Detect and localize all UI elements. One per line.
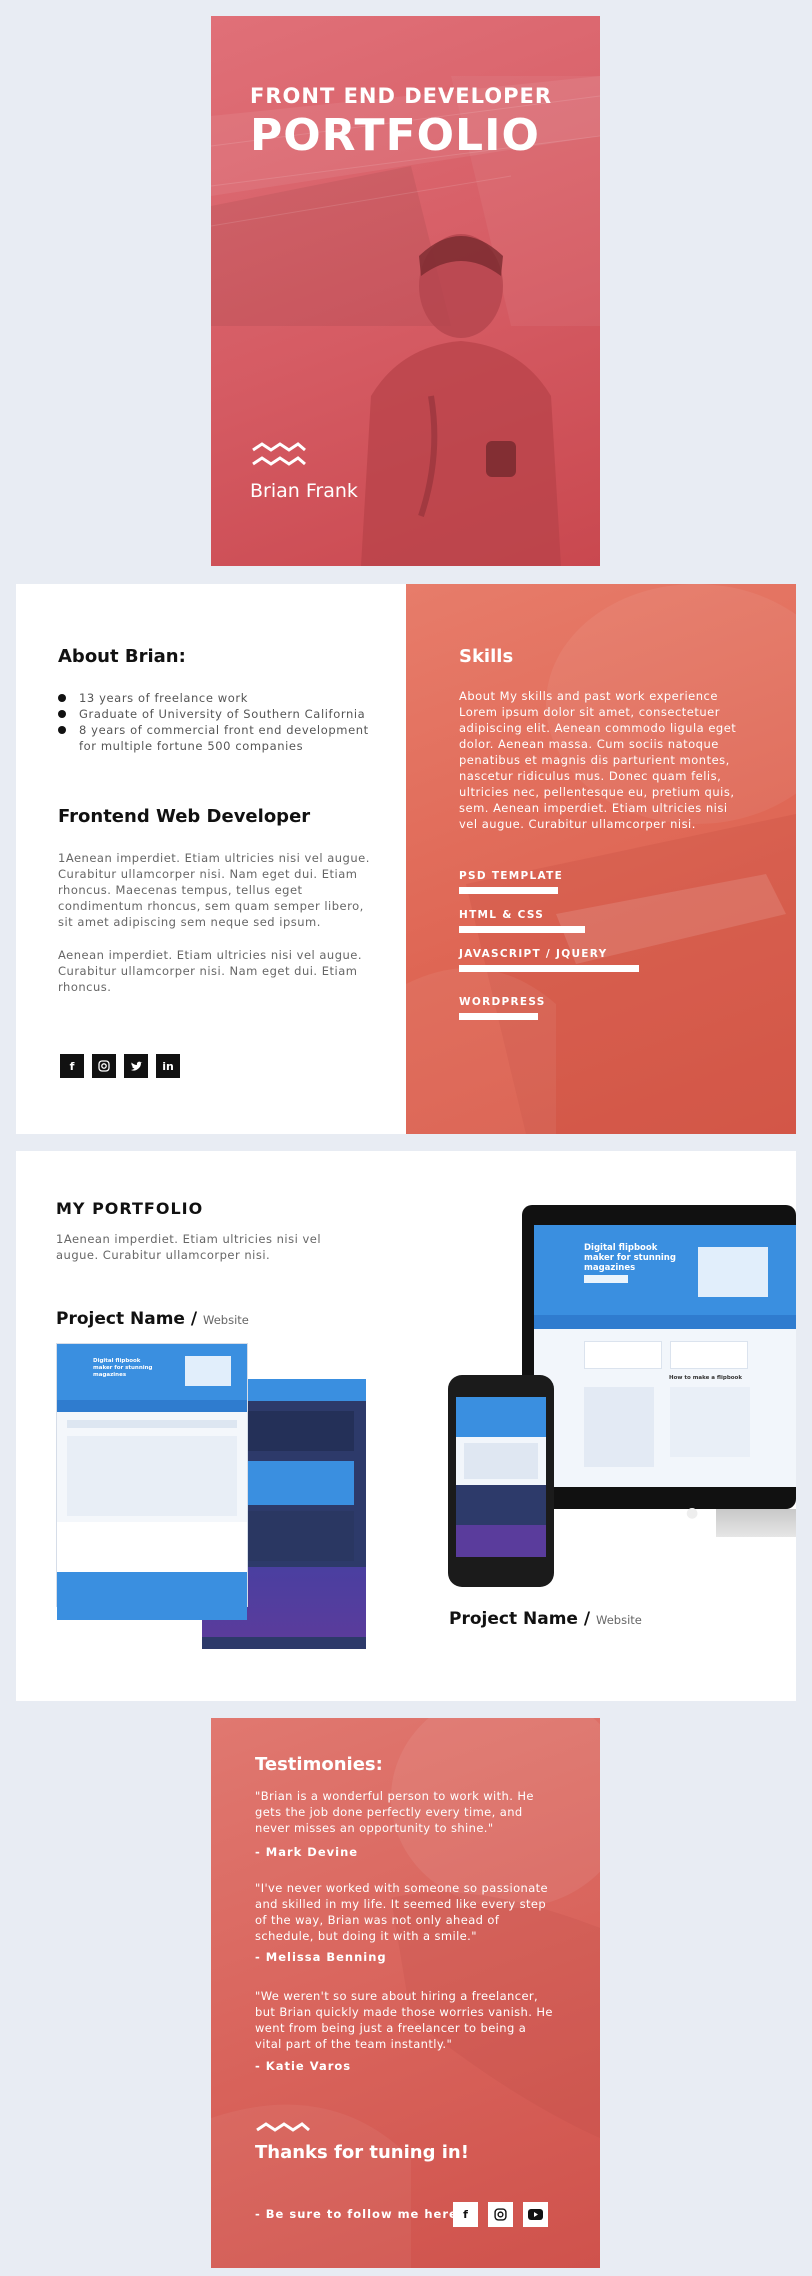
skill-bar: [459, 926, 585, 933]
testimonies-page: Testimonies: "Brian is a wonderful perso…: [211, 1718, 600, 2268]
instagram-icon[interactable]: [92, 1054, 116, 1078]
wave-icon: [252, 442, 306, 466]
skill-label: HTML & CSS: [459, 909, 545, 921]
project-2-type: Website: [596, 1613, 642, 1627]
testimonial-quote: "Brian is a wonderful person to work wit…: [255, 1789, 534, 1835]
instagram-icon[interactable]: [488, 2202, 513, 2227]
skill-label: PSD TEMPLATE: [459, 870, 564, 882]
skill-bar: [459, 965, 639, 972]
skills-heading: Skills: [459, 646, 514, 667]
list-item: 13 years of freelance work: [58, 690, 378, 706]
cover-title: PORTFOLIO: [250, 110, 540, 161]
project-1-screenshot-front[interactable]: Digital flipbook maker for stunning maga…: [56, 1343, 248, 1620]
list-item: Graduate of University of Southern Calif…: [58, 706, 378, 722]
cover-page: FRONT END DEVELOPER PORTFOLIO Brian Fran…: [211, 16, 600, 566]
thanks-heading: Thanks for tuning in!: [255, 2142, 469, 2163]
testimonial-author: - Mark Devine: [255, 1845, 359, 1859]
portfolio-page: MY PORTFOLIO 1Aenean imperdiet. Etiam ul…: [16, 1151, 796, 1701]
cover-subtitle: FRONT END DEVELOPER: [250, 84, 553, 108]
portfolio-heading: MY PORTFOLIO: [56, 1199, 204, 1218]
twitter-icon[interactable]: [124, 1054, 148, 1078]
portfolio-text: 1Aenean imperdiet. Etiam ultricies nisi …: [56, 1232, 322, 1262]
project-2-name: Project Name /: [449, 1609, 591, 1629]
testimonies-heading: Testimonies:: [255, 1754, 383, 1775]
youtube-icon[interactable]: [523, 2202, 548, 2227]
facebook-icon[interactable]: f: [60, 1054, 84, 1078]
project-1-title[interactable]: Project Name / Website: [56, 1309, 249, 1329]
person-photo: [361, 234, 561, 566]
imac-mock-headline: Digital flipbook maker for stunning maga…: [584, 1243, 676, 1273]
apple-logo-icon: ●: [686, 1505, 699, 1521]
about-paragraph-1: 1Aenean imperdiet. Etiam ultricies nisi …: [58, 851, 370, 929]
project-2-title[interactable]: Project Name / Website: [449, 1609, 642, 1629]
about-bullet-list: 13 years of freelance work Graduate of U…: [58, 690, 378, 754]
testimonial-quote: "I've never worked with someone so passi…: [255, 1881, 549, 1943]
wave-icon: [256, 2122, 310, 2132]
skill-bar: [459, 1013, 538, 1020]
mock-headline: Digital flipbook maker for stunning maga…: [93, 1358, 153, 1378]
facebook-icon[interactable]: f: [453, 2202, 478, 2227]
skill-bar: [459, 887, 558, 894]
about-paragraph-2: Aenean imperdiet. Etiam ultricies nisi v…: [58, 948, 363, 994]
list-item: 8 years of commercial front end developm…: [58, 722, 378, 754]
testimonial-quote: "We weren't so sure about hiring a freel…: [255, 1989, 553, 2051]
imac-mock-subheading: How to make a flipbook: [669, 1375, 742, 1381]
testimonial-author: - Melissa Benning: [255, 1950, 387, 1964]
skill-label: WORDPRESS: [459, 996, 546, 1008]
project-1-type: Website: [203, 1313, 249, 1327]
cover-name: Brian Frank: [250, 480, 358, 502]
phone-mockup: [448, 1375, 554, 1587]
follow-text: - Be sure to follow me here:: [255, 2207, 464, 2221]
testimonial-author: - Katie Varos: [255, 2059, 352, 2073]
project-1-name: Project Name /: [56, 1309, 198, 1329]
linkedin-icon[interactable]: in: [156, 1054, 180, 1078]
role-heading: Frontend Web Developer: [58, 806, 311, 827]
skill-label: JAVASCRIPT / JQUERY: [459, 948, 608, 960]
about-heading: About Brian:: [58, 646, 186, 667]
about-page: About Brian: 13 years of freelance work …: [16, 584, 796, 1134]
skills-text: About My skills and past work experience…: [459, 689, 737, 831]
